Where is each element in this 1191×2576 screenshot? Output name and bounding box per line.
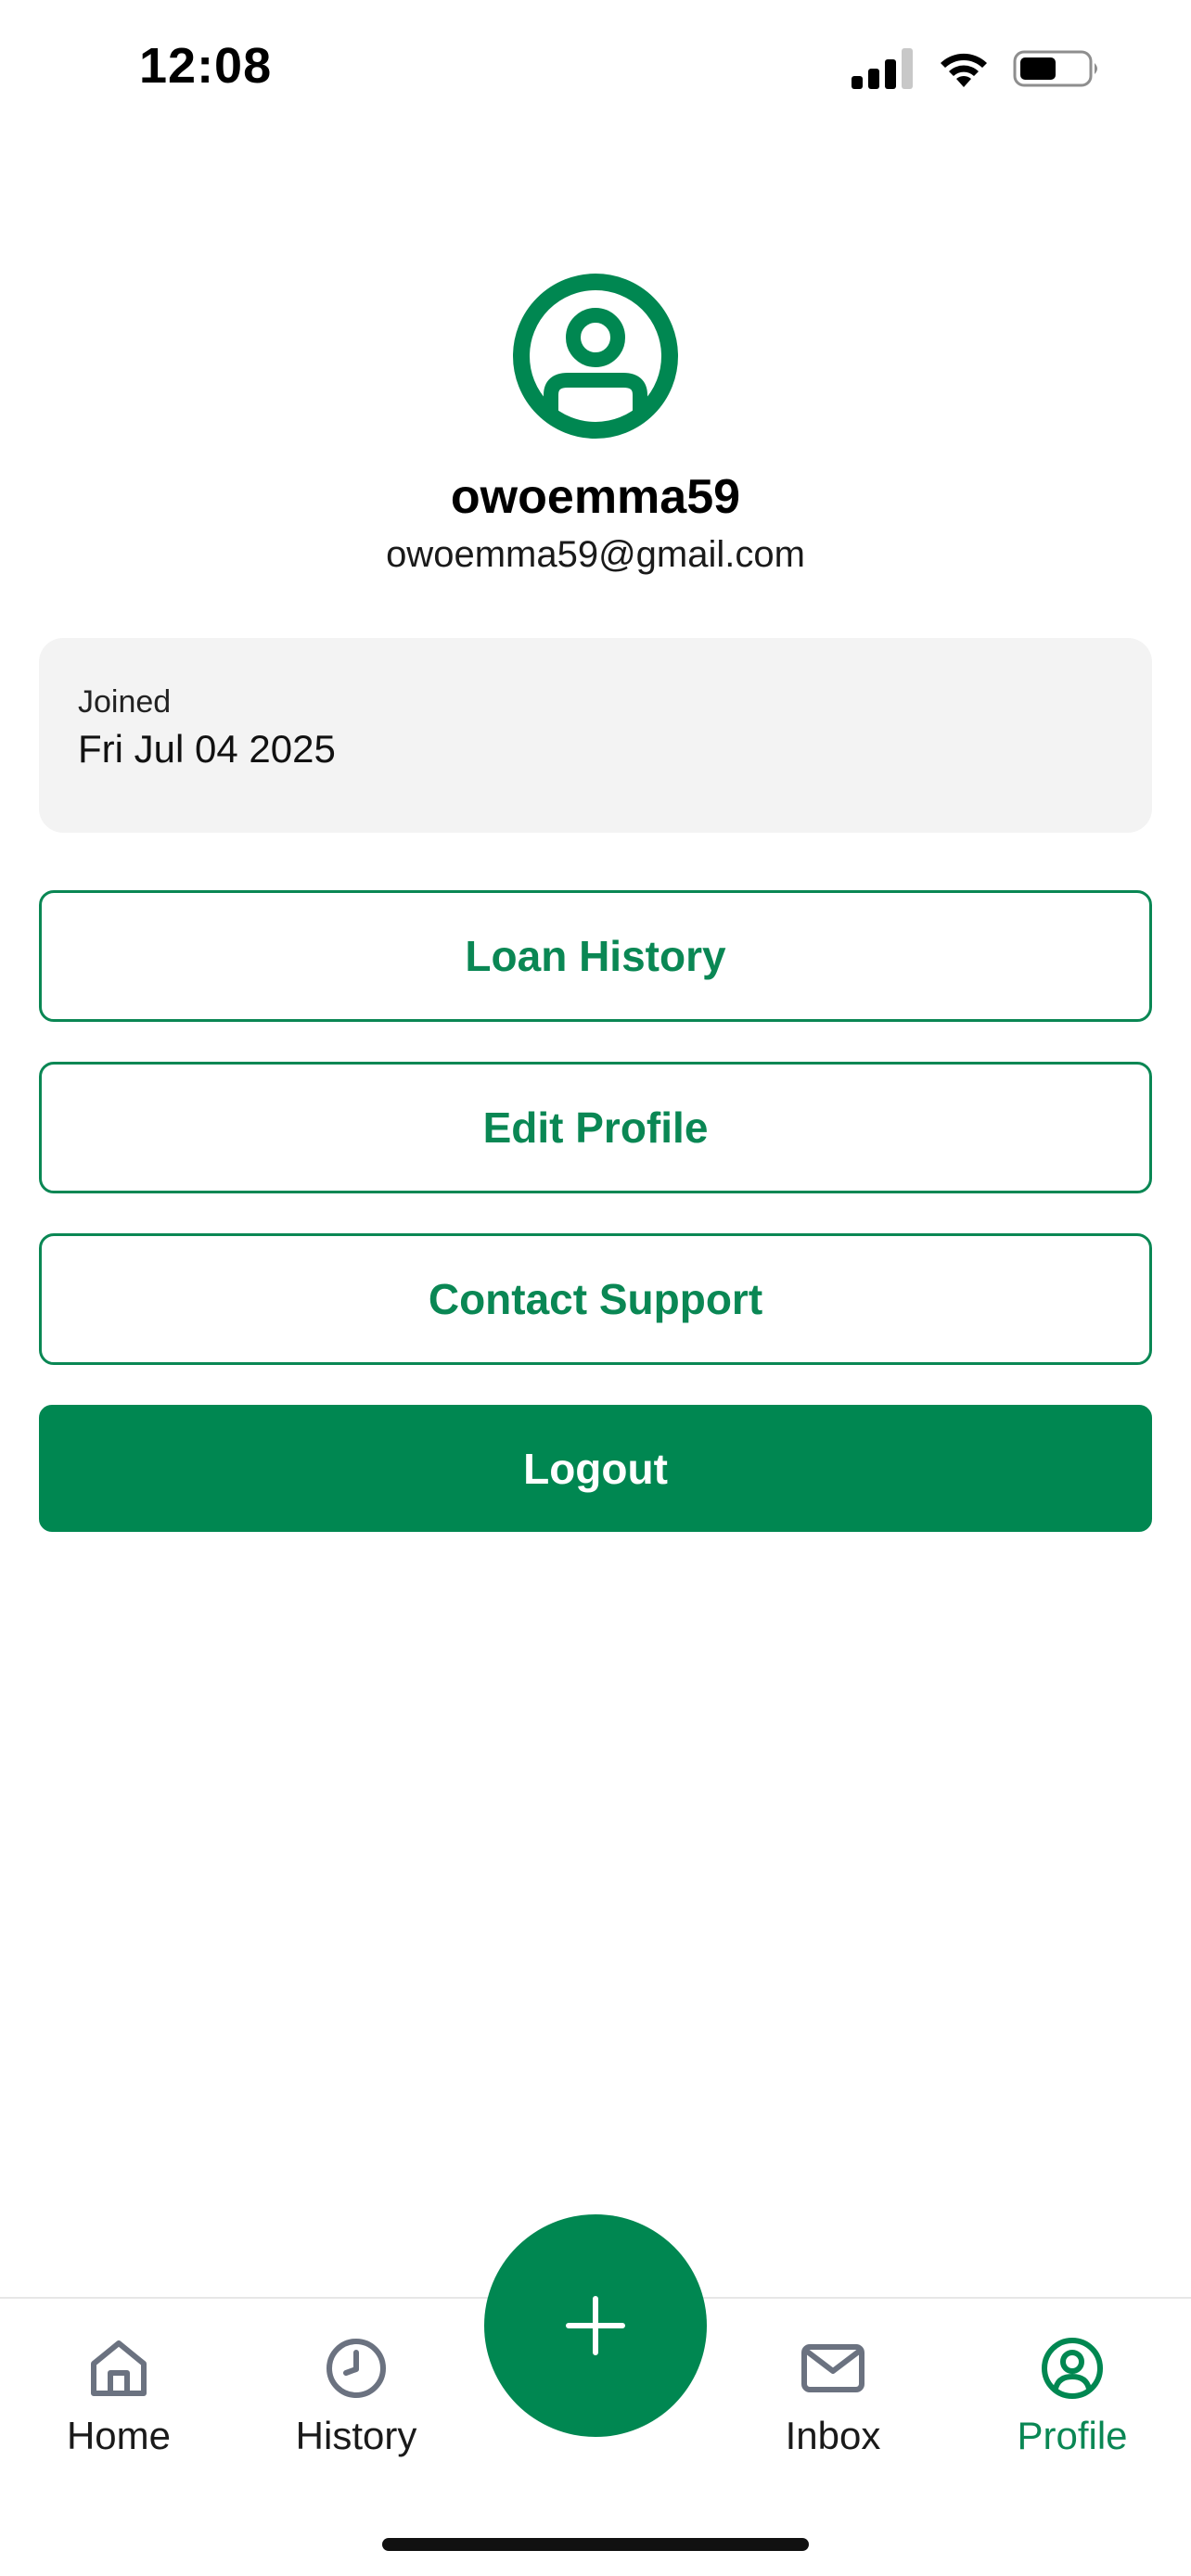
profile-username: owoemma59 [450,470,741,524]
user-circle-icon [1042,2338,1103,2399]
add-button[interactable] [484,2214,707,2437]
tab-home[interactable]: Home [17,2336,221,2475]
tab-home-label: Home [66,2414,172,2457]
edit-profile-button[interactable]: Edit Profile [39,1062,1152,1193]
home-icon [91,2340,147,2396]
mail-icon [801,2344,864,2392]
wifi-icon [941,53,987,87]
joined-date: Fri Jul 04 2025 [78,727,336,771]
profile-screen: 12:08 owoemma59 owoemma59@gmail.com Join… [0,0,1191,2576]
loan-history-button[interactable]: Loan History [39,890,1152,1022]
status-icons [852,48,1102,89]
profile-avatar [512,273,679,440]
tab-history[interactable]: History [254,2336,458,2475]
clock-icon [327,2339,386,2398]
home-indicator [382,2538,809,2551]
tab-history-label: History [295,2414,417,2457]
joined-label: Joined [78,684,172,720]
tab-inbox-label: Inbox [785,2414,881,2457]
contact-support-button[interactable]: Contact Support [39,1233,1152,1365]
plus-icon [566,2296,625,2355]
profile-email: owoemma59@gmail.com [386,534,805,575]
signal-icon [852,48,913,89]
logout-button[interactable]: Logout [39,1405,1152,1532]
user-avatar-icon [513,274,678,439]
tab-inbox[interactable]: Inbox [731,2336,935,2475]
tab-profile-label: Profile [1017,2414,1128,2457]
tab-profile[interactable]: Profile [970,2336,1174,2475]
joined-card: Joined Fri Jul 04 2025 [39,638,1152,833]
battery-icon [1013,50,1097,87]
status-time: 12:08 [139,38,273,94]
